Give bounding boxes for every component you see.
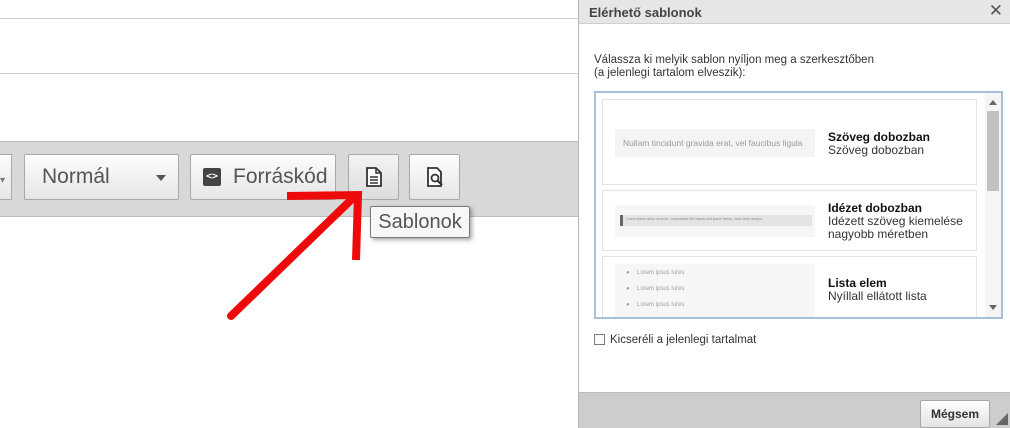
thumbnail-text: Lorem ipsum dolor sit amet, consectetur … [626, 217, 763, 221]
dialog-titlebar[interactable]: Elérhető sablonok ✕ [579, 0, 1010, 24]
list-bullet-icon: ● [626, 270, 630, 276]
template-thumbnail: ● Lorem ipsus lures ● Lorem ipsus lures … [615, 264, 815, 317]
close-icon[interactable]: ✕ [989, 1, 1003, 21]
templates-list[interactable]: Nullam tincidunt gravida erat, vel fauci… [594, 91, 1003, 319]
list-bullet-icon: ● [626, 286, 630, 292]
replace-content-label: Kicseréli a jelenlegi tartalmat [610, 334, 757, 346]
instruction-line: (a jelenlegi tartalom elveszik): [594, 67, 746, 79]
template-description: Nyíllall ellátott lista [828, 289, 927, 303]
thumbnail-list-item: Lorem ipsus lures [637, 270, 685, 276]
template-description: Szöveg dobozban [828, 143, 925, 157]
template-name: Lista elem [828, 276, 887, 290]
thumbnail-text: Nullam tincidunt gravida erat, vel fauci… [623, 138, 803, 148]
template-name: Idézet dobozban [828, 201, 922, 215]
list-bullet-icon: ● [626, 302, 630, 308]
templates-dialog: Elérhető sablonok ✕ Válassza ki melyik s… [578, 0, 1010, 428]
template-item-quote-box[interactable]: Lorem ipsum dolor sit amet, consectetur … [602, 190, 977, 251]
thumbnail-list-item: Lorem ipsus lures [637, 286, 685, 292]
template-thumbnail: Nullam tincidunt gravida erat, vel fauci… [615, 129, 815, 157]
red-annotation-arrow [227, 190, 363, 320]
editor-area: ▾ Normál <> Forráskód Sablonok [0, 0, 578, 428]
scroll-up-icon[interactable] [989, 100, 997, 105]
dialog-title: Elérhető sablonok [589, 5, 702, 20]
scroll-down-icon[interactable] [989, 305, 997, 310]
cancel-button[interactable]: Mégsem [920, 400, 990, 428]
template-description: Idézett szöveg kiemelése nagyobb méretbe… [828, 214, 963, 241]
template-item-text-box[interactable]: Nullam tincidunt gravida erat, vel fauci… [602, 99, 977, 185]
templates-scrollbar[interactable] [985, 93, 1001, 317]
scrollbar-thumb[interactable] [987, 111, 999, 191]
instruction-line: Válassza ki melyik sablon nyíljon meg a … [594, 54, 874, 66]
dialog-instructions: Válassza ki melyik sablon nyíljon meg a … [594, 54, 874, 80]
thumbnail-list-item: Lorem ipsus lures [637, 302, 685, 308]
replace-content-checkbox[interactable] [594, 334, 605, 345]
resize-handle-icon[interactable] [996, 413, 1008, 425]
template-thumbnail: Lorem ipsum dolor sit amet, consectetur … [615, 205, 815, 237]
template-name: Szöveg dobozban [828, 130, 930, 144]
template-item-list[interactable]: ● Lorem ipsus lures ● Lorem ipsus lures … [602, 256, 977, 317]
dialog-footer: Mégsem [579, 392, 1010, 428]
